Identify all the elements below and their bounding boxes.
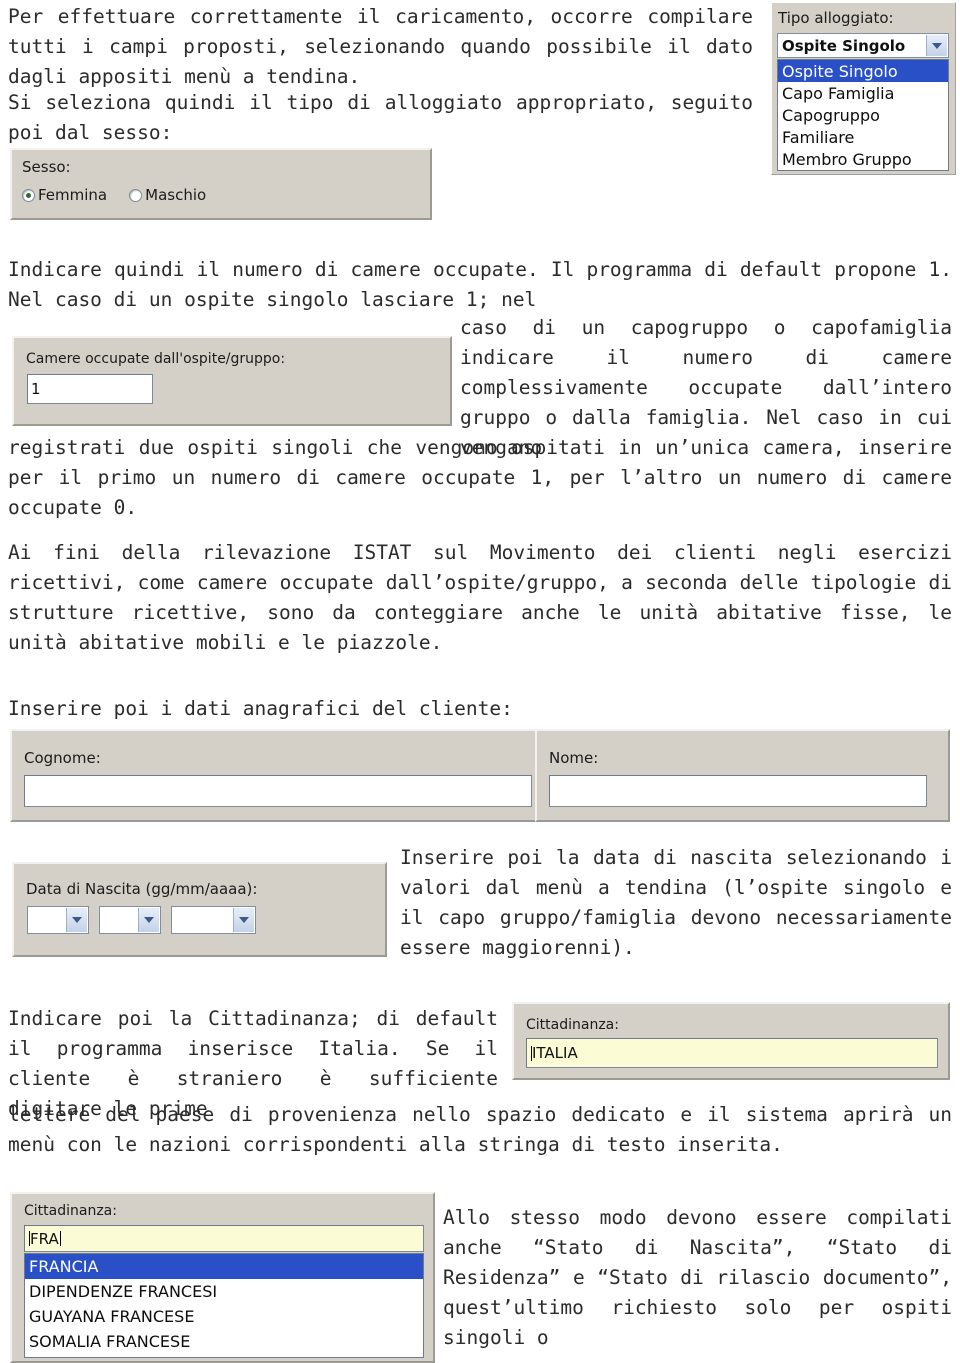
suggestion-option-2[interactable]: GUAYANA FRANCESE [25, 1304, 423, 1329]
chevron-down-icon[interactable] [233, 908, 254, 932]
radio-femmina[interactable] [22, 188, 35, 202]
dropdown-option-4[interactable]: Membro Gruppo [778, 148, 948, 170]
camere-occupate-input[interactable]: 1 [27, 374, 153, 404]
sesso-label: Sesso: [22, 158, 71, 176]
tipo-alloggiato-selected-value: Ospite Singolo [782, 36, 906, 55]
dropdown-option-0[interactable]: Ospite Singolo [778, 60, 948, 82]
nome-label: Nome: [549, 749, 599, 767]
nome-panel: Nome: [535, 729, 950, 822]
data-nascita-label: Data di Nascita (gg/mm/aaaa): [26, 880, 258, 898]
data-nascita-day-select[interactable] [27, 906, 89, 934]
radio-maschio-label: Maschio [145, 186, 207, 204]
cognome-input[interactable] [24, 775, 532, 807]
dropdown-option-1[interactable]: Capo Famiglia [778, 82, 948, 104]
chevron-down-icon[interactable] [926, 35, 947, 56]
camere-occupate-panel: Camere occupate dall'ospite/gruppo: 1 [12, 336, 452, 426]
paragraph-states: Allo stesso modo devono essere compilati… [443, 1206, 952, 1349]
paragraph-intro: Per effettuare correttamente il caricame… [8, 5, 765, 88]
chevron-down-icon[interactable] [66, 908, 87, 932]
sesso-radio-group: Femmina Maschio [22, 186, 228, 204]
cittadinanza-fra-panel: Cittadinanza: FRA FRANCIA DIPENDENZE FRA… [10, 1192, 435, 1363]
dropdown-option-3[interactable]: Familiare [778, 126, 948, 148]
tipo-alloggiato-label: Tipo alloggiato: [778, 9, 894, 27]
suggestion-option-0[interactable]: FRANCIA [25, 1254, 423, 1279]
paragraph-rooms-tail: registrati due ospiti singoli che vengon… [8, 436, 952, 519]
nome-input[interactable] [549, 775, 927, 807]
cognome-panel: Cognome: [10, 729, 546, 822]
paragraph-citizenship-tail: lettere del paese di provenienza nello s… [8, 1103, 952, 1156]
paragraph-istat: Ai fini della rilevazione ISTAT sul Movi… [8, 541, 952, 654]
tipo-alloggiato-combo[interactable]: Ospite Singolo [777, 33, 949, 58]
suggestion-option-1[interactable]: DIPENDENZE FRANCESI [25, 1279, 423, 1304]
cittadinanza-italia-value: ITALIA [532, 1044, 578, 1062]
cittadinanza-suggestion-list[interactable]: FRANCIA DIPENDENZE FRANCESI GUAYANA FRAN… [24, 1253, 424, 1358]
radio-maschio[interactable] [129, 188, 143, 202]
camere-occupate-label: Camere occupate dall'ospite/gruppo: [26, 351, 286, 367]
cittadinanza-fra-input[interactable]: FRA [24, 1225, 424, 1252]
data-nascita-panel: Data di Nascita (gg/mm/aaaa): [12, 862, 387, 957]
cittadinanza-italia-input[interactable]: ITALIA [526, 1038, 938, 1068]
cittadinanza-italia-panel: Cittadinanza: ITALIA [512, 1002, 950, 1080]
cittadinanza-italia-label: Cittadinanza: [526, 1017, 619, 1033]
radio-femmina-label: Femmina [38, 186, 108, 204]
cittadinanza-fra-value: FRA [30, 1229, 59, 1248]
cognome-label: Cognome: [24, 749, 101, 767]
paragraph-anagrafici: Inserire poi i dati anagrafici del clien… [8, 697, 513, 720]
chevron-down-icon[interactable] [138, 908, 159, 932]
paragraph-intro-2: Si seleziona quindi il tipo di alloggiat… [8, 91, 765, 144]
tipo-alloggiato-dropdown-list[interactable]: Ospite Singolo Capo Famiglia Capogruppo … [777, 59, 949, 171]
text-caret [59, 1231, 61, 1246]
tipo-alloggiato-panel: Tipo alloggiato: Ospite Singolo Ospite S… [771, 2, 956, 175]
data-nascita-year-select[interactable] [171, 906, 256, 934]
dropdown-option-2[interactable]: Capogruppo [778, 104, 948, 126]
sesso-panel: Sesso: Femmina Maschio [10, 148, 432, 220]
suggestion-option-3[interactable]: SOMALIA FRANCESE [25, 1329, 423, 1354]
cittadinanza-fra-label: Cittadinanza: [24, 1203, 117, 1219]
data-nascita-month-select[interactable] [99, 906, 161, 934]
paragraph-rooms-lead: Indicare quindi il numero di camere occu… [8, 258, 952, 311]
paragraph-birthdate: Inserire poi la data di nascita selezion… [400, 846, 952, 959]
